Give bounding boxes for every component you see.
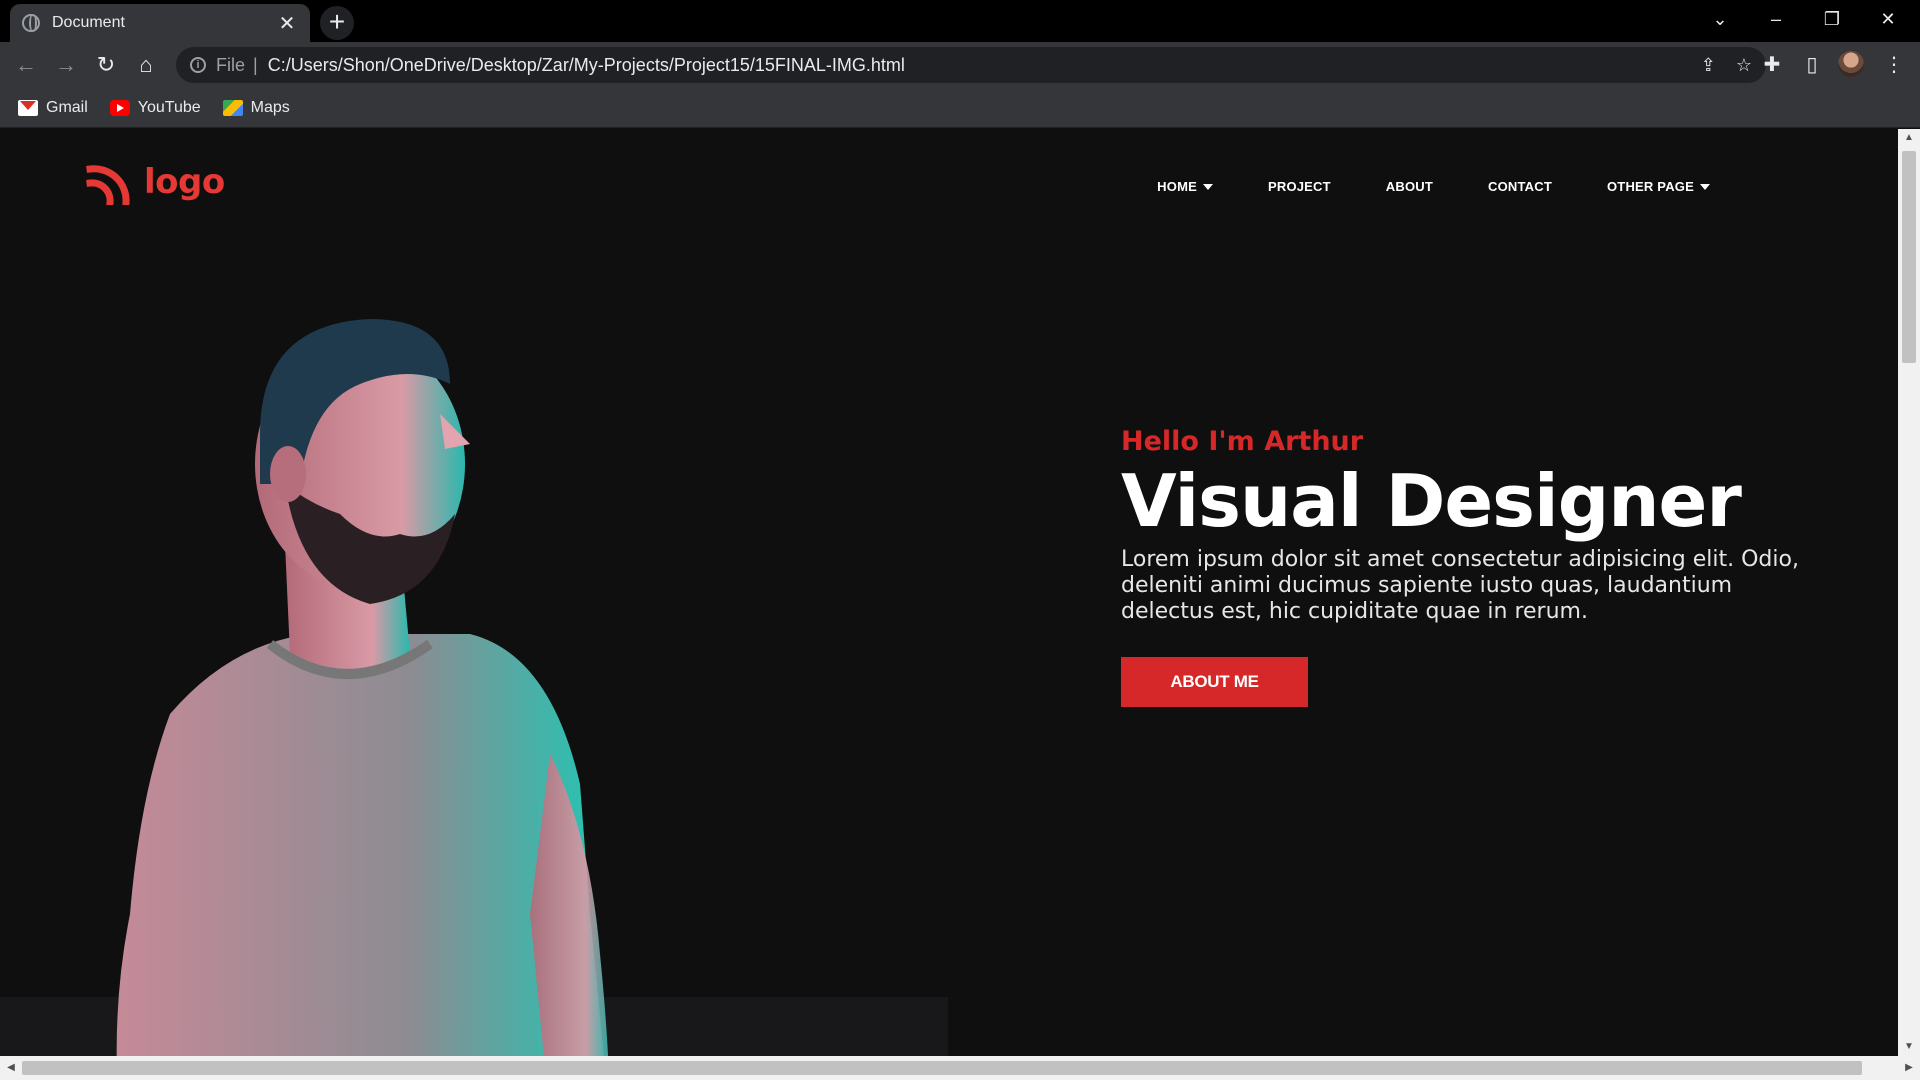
close-window-button[interactable]: ✕ [1860, 0, 1916, 38]
hero-description: Lorem ipsum dolor sit amet consectetur a… [1121, 547, 1799, 624]
horizontal-scrollbar[interactable]: ◀ ▶ [0, 1056, 1920, 1080]
logo-text: logo [144, 162, 225, 202]
forward-icon[interactable]: → [50, 49, 82, 81]
home-icon[interactable]: ⌂ [130, 49, 162, 81]
scroll-right-icon[interactable]: ▶ [1898, 1056, 1920, 1080]
scroll-down-icon[interactable]: ▼ [1898, 1038, 1920, 1056]
site-logo[interactable]: logo [86, 159, 225, 205]
address-scheme: File [216, 54, 246, 75]
nav-item-contact[interactable]: CONTACT [1488, 179, 1552, 194]
page-viewport: logo HOME PROJECT ABOUT CONTACT OTHER PA… [0, 129, 1898, 1056]
nav-item-home[interactable]: HOME [1157, 179, 1213, 194]
site-info-icon[interactable]: i [190, 57, 206, 73]
bookmark-maps[interactable]: Maps [222, 98, 290, 117]
bookmark-label: Gmail [46, 98, 88, 116]
address-bar[interactable]: i File | C:/Users/Shon/OneDrive/Desktop/… [176, 47, 1766, 83]
youtube-icon [109, 99, 130, 116]
bookmark-star-icon[interactable]: ☆ [1736, 55, 1752, 76]
side-panel-icon[interactable]: ▯ [1797, 50, 1827, 80]
restore-button[interactable]: ❐ [1804, 0, 1860, 38]
bookmarks-bar: Gmail YouTube Maps [0, 88, 1920, 128]
browser-tab-bar: Document ✕ + ⌄ – ❐ ✕ [0, 0, 1920, 42]
tab-title: Document [52, 14, 125, 31]
scroll-up-icon[interactable]: ▲ [1898, 129, 1920, 147]
vertical-scroll-thumb[interactable] [1902, 151, 1916, 363]
caret-down-icon [1700, 183, 1710, 190]
browser-tab[interactable]: Document ✕ [10, 4, 310, 42]
new-tab-button[interactable]: + [320, 6, 354, 40]
gmail-icon [18, 99, 38, 116]
reload-icon[interactable]: ↻ [90, 49, 122, 81]
close-tab-icon[interactable]: ✕ [276, 11, 298, 36]
back-icon[interactable]: ← [10, 49, 42, 81]
address-url[interactable]: C:/Users/Shon/OneDrive/Desktop/Zar/My-Pr… [268, 55, 1681, 76]
caret-down-icon [1202, 183, 1213, 190]
nav-label: ABOUT [1385, 179, 1434, 194]
nav-label: PROJECT [1267, 179, 1331, 194]
about-me-button[interactable]: ABOUT ME [1121, 657, 1308, 707]
nav-label: HOME [1157, 179, 1197, 194]
minimize-button[interactable]: – [1748, 0, 1804, 38]
maps-icon [222, 99, 243, 116]
scroll-left-icon[interactable]: ◀ [0, 1056, 22, 1080]
nav-item-project[interactable]: PROJECT [1268, 179, 1331, 194]
address-separator: | [253, 54, 258, 75]
hero-greeting: Hello I'm Arthur [1121, 426, 1364, 457]
browser-toolbar: ← → ↻ ⌂ i File | C:/Users/Shon/OneDrive/… [0, 42, 1920, 88]
nav-label: CONTACT [1488, 179, 1552, 194]
bookmark-youtube[interactable]: YouTube [109, 98, 201, 117]
profile-avatar[interactable] [1838, 51, 1864, 77]
horizontal-scroll-thumb[interactable] [22, 1061, 1862, 1075]
nav-item-about[interactable]: ABOUT [1386, 179, 1433, 194]
menu-icon[interactable]: ⋮ [1879, 50, 1909, 80]
nav-label: OTHER PAGE [1607, 179, 1694, 194]
vertical-scrollbar[interactable]: ▲ ▼ [1898, 129, 1920, 1056]
extensions-icon[interactable]: ✚ [1757, 50, 1787, 80]
nav-item-other-page[interactable]: OTHER PAGE [1607, 179, 1710, 194]
hero-portrait-image [116, 319, 609, 1056]
globe-icon [22, 14, 40, 32]
share-icon[interactable]: ⇪ [1701, 55, 1716, 76]
bookmark-label: YouTube [137, 98, 201, 116]
hero-headline: Visual Designer [1121, 459, 1742, 543]
rss-logo-icon [86, 165, 130, 205]
bookmark-gmail[interactable]: Gmail [18, 99, 88, 117]
hero-text-block: Hello I'm Arthur Visual Designer Lorem i… [1121, 426, 1821, 707]
main-nav: HOME PROJECT ABOUT CONTACT OTHER PAGE [1157, 179, 1710, 194]
tab-search-icon[interactable]: ⌄ [1692, 0, 1748, 38]
bookmark-label: Maps [250, 98, 290, 116]
